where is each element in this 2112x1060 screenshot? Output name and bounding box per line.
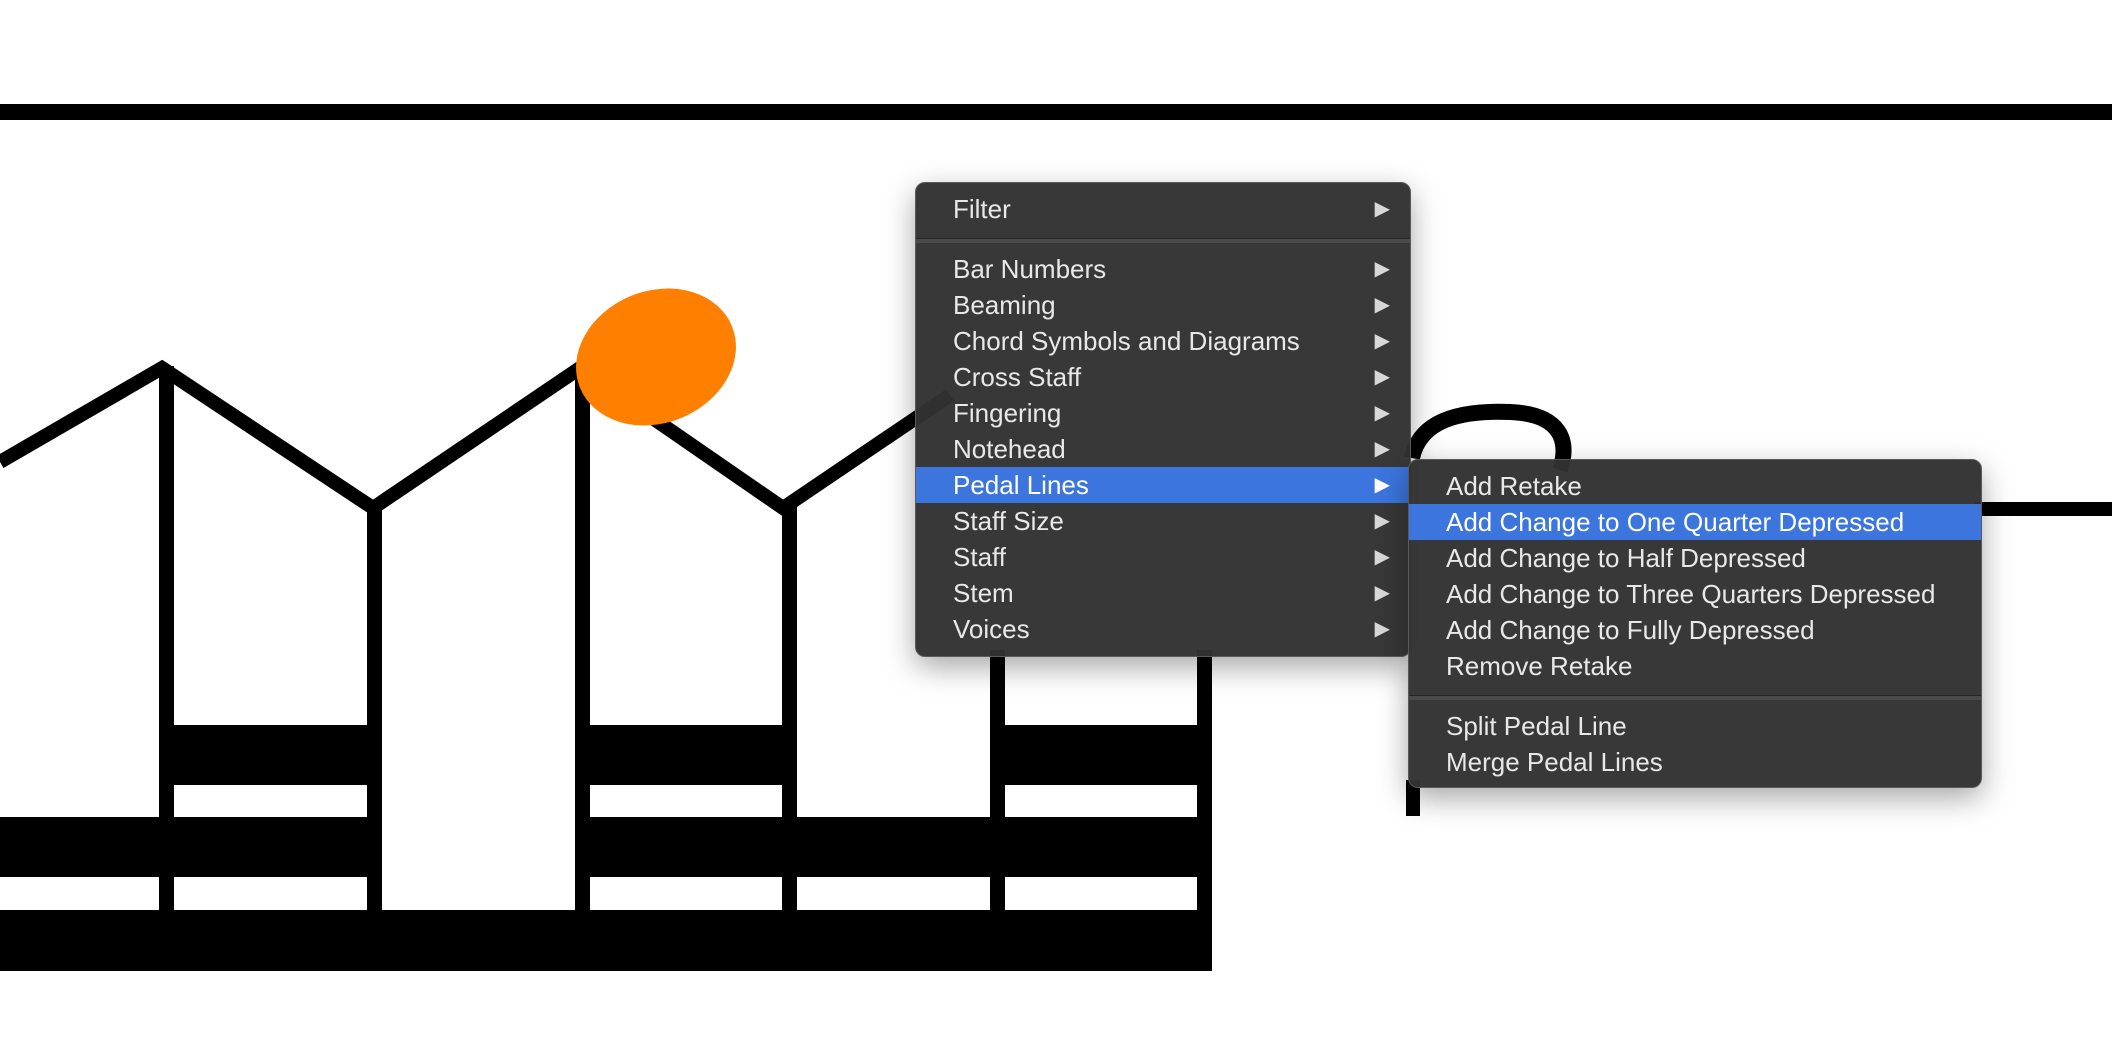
submenu-item-add-change-fully[interactable]: Add Change to Fully Depressed <box>1409 612 1981 648</box>
menu-item-beaming[interactable]: Beaming ▶ <box>916 287 1410 323</box>
triangle-right-icon: ▶ <box>1374 546 1390 568</box>
beam <box>0 817 382 877</box>
triangle-right-icon: ▶ <box>1374 366 1390 388</box>
beam <box>0 910 1212 971</box>
menu-separator <box>916 238 1410 243</box>
menu-item-label: Merge Pedal Lines <box>1446 747 1663 777</box>
submenu-item-remove-retake[interactable]: Remove Retake <box>1409 648 1981 684</box>
triangle-right-icon: ▶ <box>1374 258 1390 280</box>
menu-item-label: Stem <box>953 578 1014 608</box>
menu-item-label: Split Pedal Line <box>1446 711 1627 741</box>
submenu-item-add-retake[interactable]: Add Retake <box>1409 468 1981 504</box>
menu-item-label: Add Change to One Quarter Depressed <box>1446 507 1905 537</box>
submenu-item-merge-pedal-lines[interactable]: Merge Pedal Lines <box>1409 744 1981 780</box>
menu-item-label: Chord Symbols and Diagrams <box>953 326 1300 356</box>
submenu-item-add-change-one-quarter[interactable]: Add Change to One Quarter Depressed <box>1409 504 1981 540</box>
triangle-right-icon: ▶ <box>1374 510 1390 532</box>
pedal-lines-submenu: Add Retake Add Change to One Quarter Dep… <box>1408 459 1982 788</box>
triangle-right-icon: ▶ <box>1374 438 1390 460</box>
submenu-item-add-change-half[interactable]: Add Change to Half Depressed <box>1409 540 1981 576</box>
triangle-right-icon: ▶ <box>1374 618 1390 640</box>
menu-item-voices[interactable]: Voices ▶ <box>916 611 1410 647</box>
triangle-right-icon: ▶ <box>1374 402 1390 424</box>
submenu-item-split-pedal-line[interactable]: Split Pedal Line <box>1409 708 1981 744</box>
triangle-right-icon: ▶ <box>1374 198 1390 220</box>
menu-item-bar-numbers[interactable]: Bar Numbers ▶ <box>916 251 1410 287</box>
menu-item-label: Add Change to Fully Depressed <box>1446 615 1815 645</box>
menu-item-notehead[interactable]: Notehead ▶ <box>916 431 1410 467</box>
triangle-right-icon: ▶ <box>1374 330 1390 352</box>
pedal-line <box>1975 502 2112 516</box>
menu-item-staff-size[interactable]: Staff Size ▶ <box>916 503 1410 539</box>
menu-item-label: Filter <box>953 194 1011 224</box>
stem <box>575 366 590 971</box>
menu-item-label: Fingering <box>953 398 1062 428</box>
triangle-right-icon: ▶ <box>1374 474 1390 496</box>
context-menu: Filter ▶ Bar Numbers ▶ Beaming ▶ Chord S… <box>915 182 1411 657</box>
menu-item-label: Remove Retake <box>1446 651 1633 681</box>
menu-item-pedal-lines[interactable]: Pedal Lines ▶ <box>916 467 1410 503</box>
stem <box>159 366 174 971</box>
tie-line <box>0 359 954 517</box>
menu-item-staff[interactable]: Staff ▶ <box>916 539 1410 575</box>
menu-item-label: Pedal Lines <box>953 470 1089 500</box>
menu-item-chord-symbols[interactable]: Chord Symbols and Diagrams ▶ <box>916 323 1410 359</box>
submenu-item-add-change-three-quarters[interactable]: Add Change to Three Quarters Depressed <box>1409 576 1981 612</box>
menu-item-fingering[interactable]: Fingering ▶ <box>916 395 1410 431</box>
menu-item-label: Add Change to Half Depressed <box>1446 543 1806 573</box>
menu-item-stem[interactable]: Stem ▶ <box>916 575 1410 611</box>
beam <box>159 725 382 785</box>
menu-item-label: Staff Size <box>953 506 1064 536</box>
menu-item-label: Notehead <box>953 434 1066 464</box>
staff-line <box>0 104 2112 120</box>
menu-item-label: Bar Numbers <box>953 254 1107 284</box>
triangle-right-icon: ▶ <box>1374 294 1390 316</box>
menu-item-cross-staff[interactable]: Cross Staff ▶ <box>916 359 1410 395</box>
beam <box>575 725 797 785</box>
menu-item-label: Voices <box>953 614 1030 644</box>
menu-item-label: Add Change to Three Quarters Depressed <box>1446 579 1936 609</box>
beam <box>1003 817 1212 877</box>
beam <box>990 725 1212 785</box>
menu-item-label: Beaming <box>953 290 1056 320</box>
menu-separator <box>1409 695 1981 700</box>
menu-item-label: Cross Staff <box>953 362 1082 392</box>
menu-item-label: Add Retake <box>1446 471 1582 501</box>
triangle-right-icon: ▶ <box>1374 582 1390 604</box>
menu-item-label: Staff <box>953 542 1007 572</box>
menu-item-filter[interactable]: Filter ▶ <box>916 191 1410 227</box>
beam <box>575 817 990 877</box>
